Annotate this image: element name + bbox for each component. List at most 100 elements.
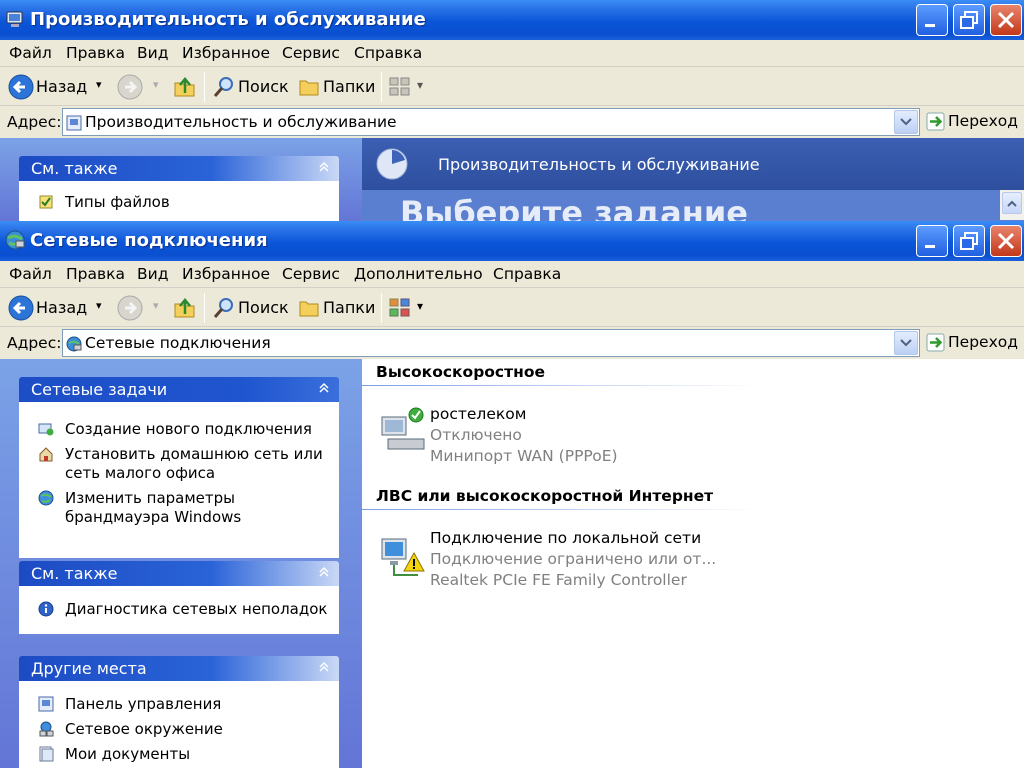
pick-task-heading: Выберите задание (400, 194, 748, 222)
connection-status: Подключение ограничено или от... (430, 550, 717, 568)
chevron-down-icon (900, 339, 912, 347)
address-label: Адрес: (7, 334, 62, 352)
other-places-body: Панель управления Сетевое окружение Мои … (19, 681, 339, 768)
folders-button[interactable]: Папки (298, 74, 378, 100)
title-bar[interactable]: Производительность и обслуживание (0, 0, 1024, 40)
pppoe-connection-icon (381, 407, 425, 450)
collapse-chevron-icon[interactable] (317, 160, 331, 174)
menu-tools[interactable]: Сервис (282, 44, 340, 62)
folders-button[interactable]: Папки (298, 295, 378, 321)
my-documents-icon (39, 746, 54, 762)
control-panel-icon (6, 11, 23, 27)
restore-button[interactable] (953, 225, 985, 257)
views-icon (389, 77, 410, 96)
up-folder-button[interactable] (172, 295, 198, 321)
search-button[interactable]: Поиск (212, 295, 292, 321)
network-tasks-body: Создание нового подключения Установить д… (19, 402, 339, 558)
window-title: Производительность и обслуживание (30, 9, 426, 30)
go-button[interactable]: Переход (926, 332, 1018, 354)
window-title: Сетевые подключения (30, 230, 268, 251)
see-also-body: Типы файлов (19, 181, 339, 221)
menu-help[interactable]: Справка (354, 44, 422, 62)
banner-title: Производительность и обслуживание (438, 155, 760, 174)
performance-category-icon (376, 148, 408, 180)
see-also-header[interactable]: См. также (19, 156, 339, 181)
back-dropdown-icon[interactable]: ▾ (96, 299, 102, 312)
search-button[interactable]: Поиск (212, 74, 292, 100)
menu-favorites[interactable]: Избранное (182, 265, 270, 283)
connection-device: Realtek PCIe FE Family Controller (430, 571, 687, 589)
forward-button[interactable]: ▾ (117, 295, 161, 321)
minimize-icon (925, 245, 935, 248)
info-icon (38, 601, 54, 617)
address-input[interactable]: Сетевые подключения (62, 329, 920, 357)
see-also-header[interactable]: См. также (19, 561, 339, 586)
menu-help[interactable]: Справка (493, 265, 561, 283)
close-button[interactable] (990, 4, 1022, 36)
network-places-icon (39, 721, 54, 737)
network-connections-small-icon (66, 336, 82, 352)
menu-advanced[interactable]: Дополнительно (354, 265, 483, 283)
menu-bar: Файл Правка Вид Избранное Сервис Дополни… (0, 261, 1024, 288)
address-dropdown-button[interactable] (894, 110, 918, 134)
up-folder-button[interactable] (172, 74, 198, 100)
connection-item[interactable]: Подключение по локальной сети Подключени… (378, 529, 878, 595)
close-icon (997, 11, 1015, 29)
chevron-up-icon (1007, 200, 1017, 207)
scroll-up-button[interactable] (1002, 192, 1022, 214)
back-button[interactable]: Назад ▾ (8, 295, 108, 321)
menu-tools[interactable]: Сервис (282, 265, 340, 283)
connection-name: Подключение по локальной сети (430, 529, 702, 547)
search-icon (213, 298, 233, 318)
back-arrow-icon (8, 295, 34, 321)
collapse-chevron-icon[interactable] (317, 565, 331, 579)
collapse-chevron-icon[interactable] (317, 381, 331, 395)
firewall-globe-icon (38, 490, 54, 506)
close-icon (997, 232, 1015, 250)
other-places-header[interactable]: Другие места (19, 656, 339, 681)
vertical-scrollbar[interactable] (1000, 190, 1024, 220)
connection-device: Минипорт WAN (PPPoE) (430, 447, 618, 465)
address-dropdown-button[interactable] (894, 331, 918, 355)
control-panel-small-icon (66, 115, 82, 131)
back-dropdown-icon[interactable]: ▾ (96, 78, 102, 91)
title-bar[interactable]: Сетевые подключения (0, 221, 1024, 261)
file-types-icon (39, 195, 53, 209)
address-bar: Адрес: Сетевые подключения Переход (0, 327, 1024, 359)
menu-file[interactable]: Файл (9, 265, 52, 283)
network-tasks-header[interactable]: Сетевые задачи (19, 377, 339, 402)
menu-view[interactable]: Вид (137, 265, 168, 283)
views-button[interactable]: ▾ (388, 295, 432, 321)
menu-edit[interactable]: Правка (66, 265, 125, 283)
restore-button[interactable] (953, 4, 985, 36)
lan-connection-warning-icon (381, 538, 425, 576)
views-dropdown-icon[interactable]: ▾ (417, 299, 423, 313)
forward-button[interactable]: ▾ (117, 74, 161, 100)
task-pane: См. также Типы файлов (0, 138, 362, 222)
close-button[interactable] (990, 225, 1022, 257)
group-divider (362, 509, 762, 510)
menu-favorites[interactable]: Избранное (182, 44, 270, 62)
menu-file[interactable]: Файл (9, 44, 52, 62)
content-area: См. также Типы файлов Производительность… (0, 138, 1024, 222)
toolbar: Назад ▾ ▾ Поиск Папки ▾ (0, 67, 1024, 106)
forward-arrow-icon (117, 295, 143, 321)
address-label: Адрес: (7, 113, 62, 131)
menu-edit[interactable]: Правка (66, 44, 125, 62)
go-button[interactable]: Переход (926, 111, 1018, 133)
menu-view[interactable]: Вид (137, 44, 168, 62)
back-button[interactable]: Назад ▾ (8, 74, 108, 100)
menu-bar: Файл Правка Вид Избранное Сервис Справка (0, 40, 1024, 67)
address-input[interactable]: Производительность и обслуживание (62, 108, 920, 136)
back-arrow-icon (8, 74, 34, 100)
connection-item[interactable]: ростелеком Отключено Минипорт WAN (PPPoE… (378, 405, 878, 471)
minimize-button[interactable] (916, 4, 948, 36)
restore-icon (960, 11, 978, 29)
views-button[interactable]: ▾ (388, 74, 432, 100)
network-tasks-panel: Сетевые задачи Создание нового подключен… (19, 377, 339, 558)
home-network-icon (39, 447, 53, 462)
group-title-highspeed: Высокоскоростное (376, 363, 545, 381)
minimize-button[interactable] (916, 225, 948, 257)
collapse-chevron-icon[interactable] (317, 660, 331, 674)
folders-icon (299, 301, 319, 317)
